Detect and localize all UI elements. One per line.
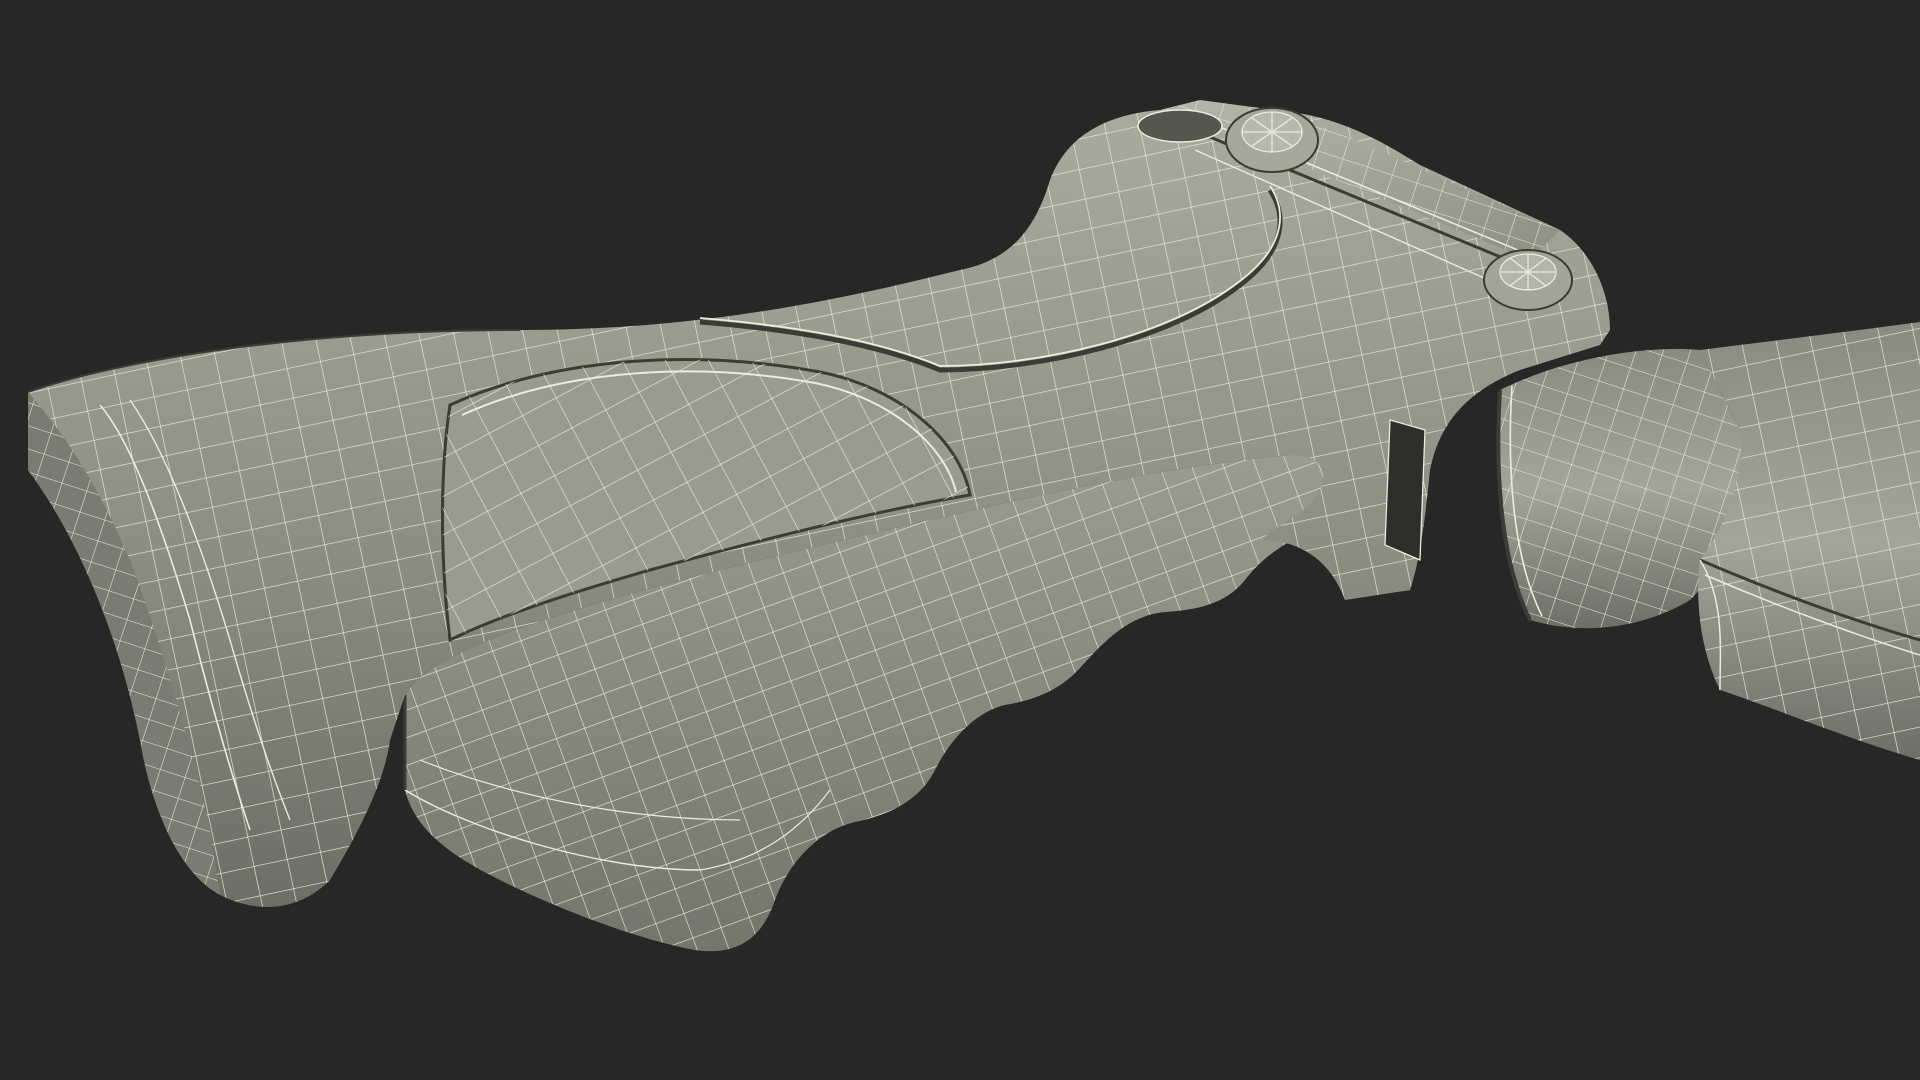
render-viewport [0, 0, 1920, 1080]
bolt-head-front [1225, 107, 1319, 173]
bolt-head-rear [1483, 249, 1573, 311]
wireframe-grip-render [27, 100, 1920, 952]
extension-tube [1698, 322, 1920, 760]
grip-slot [1384, 419, 1426, 561]
